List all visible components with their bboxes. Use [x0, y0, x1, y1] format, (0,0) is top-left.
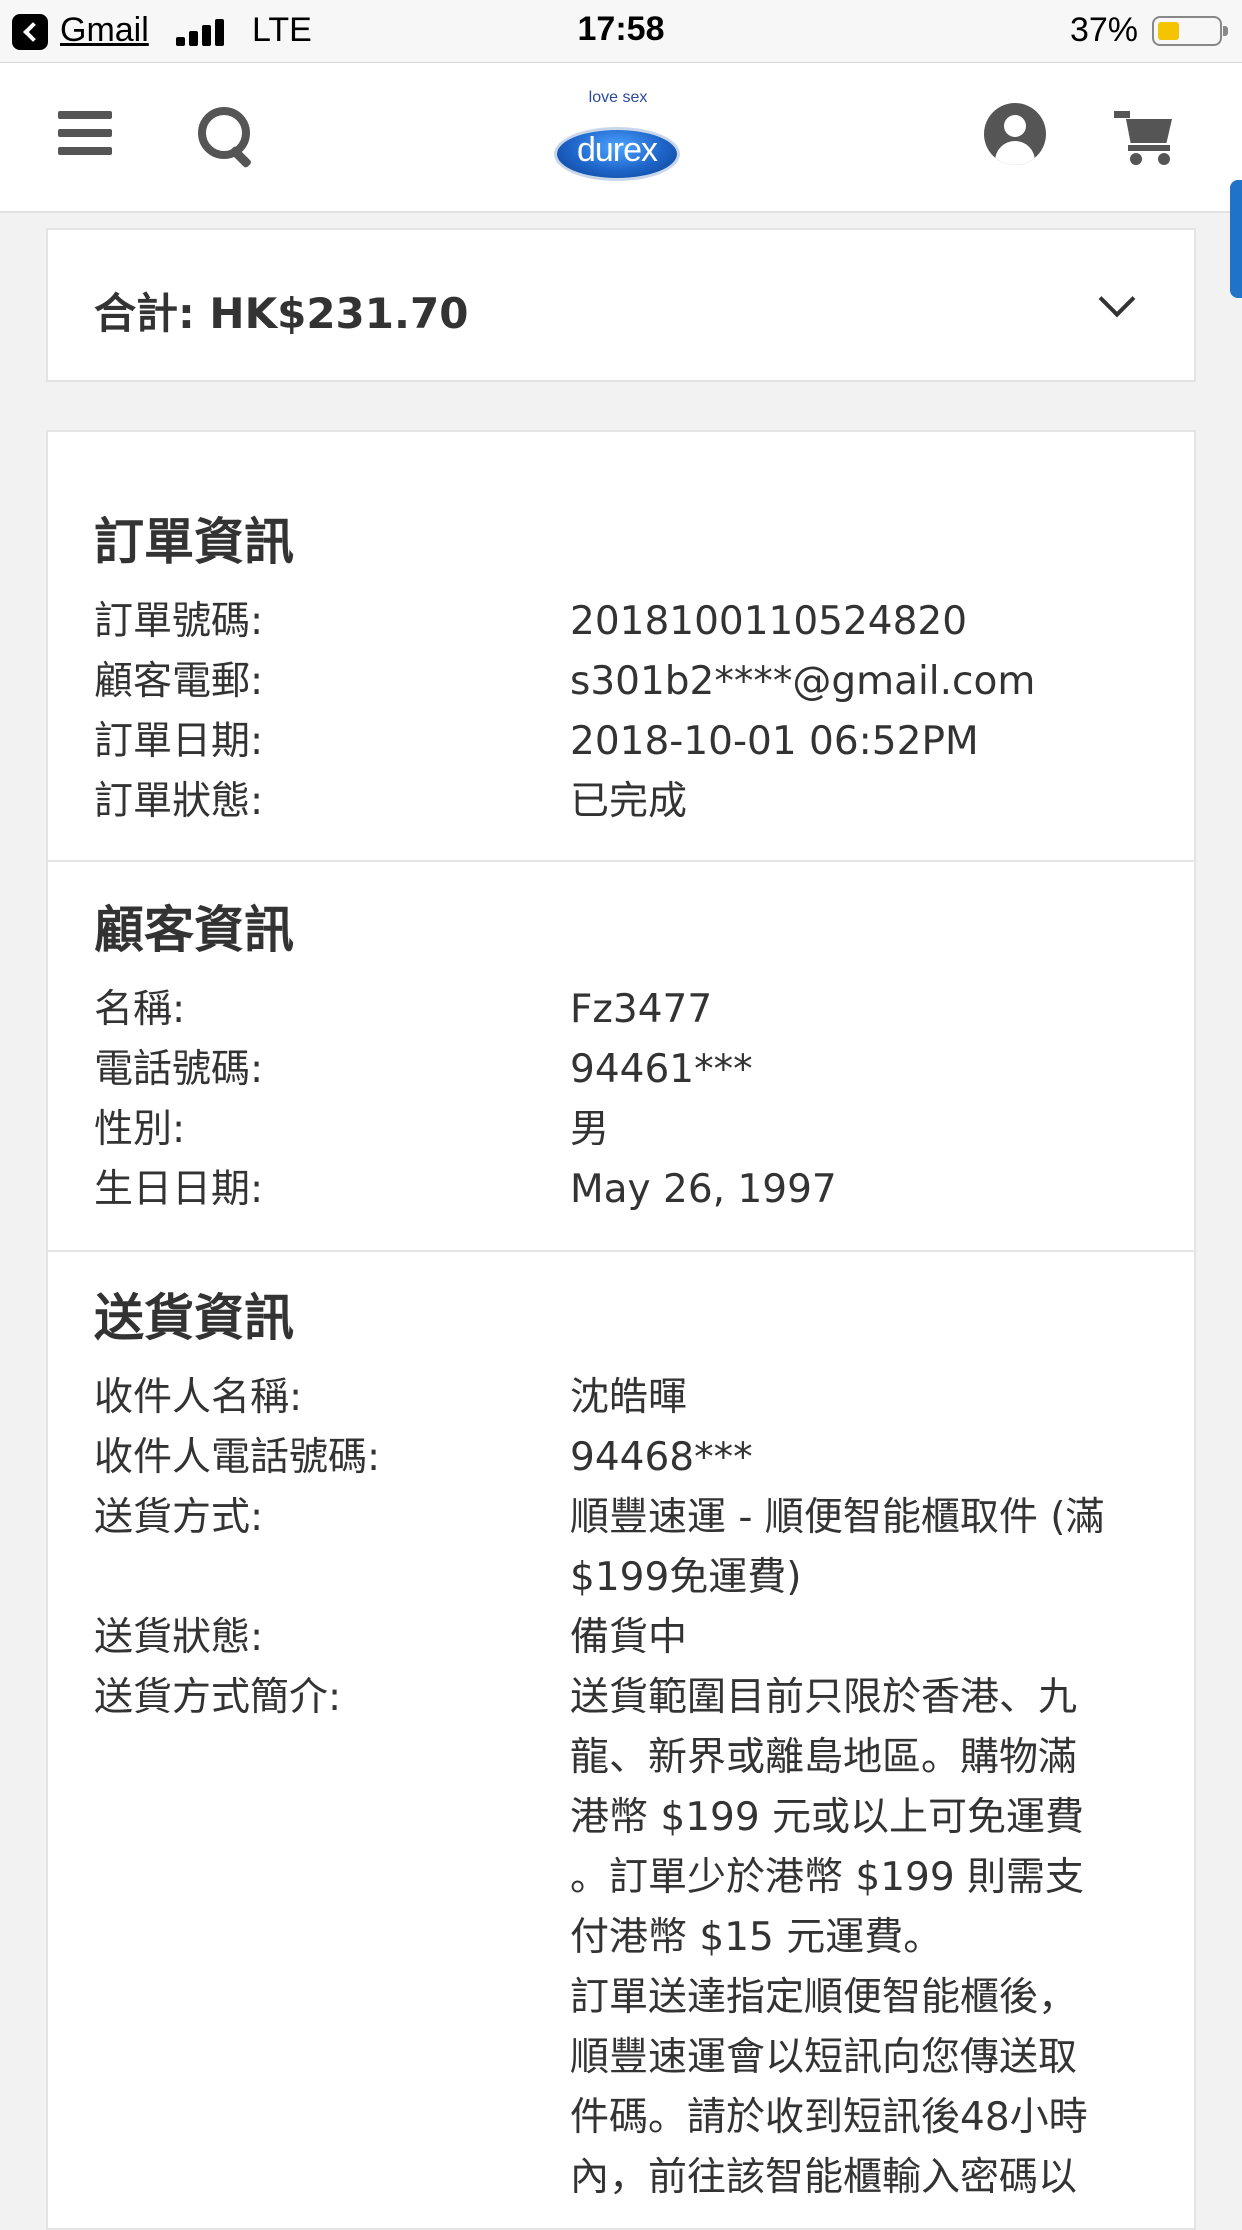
cart-icon[interactable] [1114, 107, 1178, 167]
logo-tagline: love sex [588, 89, 648, 106]
order-total-card[interactable]: 合計: HK$231.70 [46, 228, 1196, 382]
row-value: 已完成 [570, 779, 688, 824]
row-label: 送貨方式簡介: [94, 1675, 342, 1720]
row-label: 名稱: [94, 987, 186, 1032]
value-line: 件碼。請於收到短訊後48小時 [570, 2095, 1088, 2140]
search-icon[interactable] [196, 105, 256, 169]
section-divider [48, 860, 1194, 862]
row-value: Fz3477 [570, 987, 713, 1032]
status-bar: Gmail LTE 17:58 37% [0, 0, 1242, 63]
menu-icon[interactable] [58, 111, 112, 155]
row-value: 備貨中 [570, 1615, 688, 1660]
value-line: 付港幣 $15 元運費。 [570, 1915, 943, 1960]
value-line: 龍、新界或離島地區。購物滿 [570, 1735, 1078, 1780]
value-line: 訂單送達指定順便智能櫃後， [570, 1975, 1078, 2020]
row-value: 2018100110524820 [570, 599, 968, 644]
brand-logo[interactable]: love sex durex [548, 85, 688, 195]
row-value: 送貨範圍目前只限於香港、九 龍、新界或離島地區。購物滿 港幣 $199 元或以上… [570, 1668, 1130, 2208]
battery-icon [1152, 16, 1228, 46]
row-value: 順豐速運 - 順便智能櫃取件 (滿 $199免運費) [570, 1488, 1130, 1608]
row-value: 94468*** [570, 1435, 753, 1480]
row-label: 訂單日期: [94, 719, 264, 764]
customer-info-title: 顧客資訊 [94, 901, 294, 959]
row-label: 訂單狀態: [94, 779, 264, 824]
row-label: 收件人電話號碼: [94, 1435, 381, 1480]
row-label: 顧客電郵: [94, 659, 264, 704]
row-value: s301b2****@gmail.com [570, 659, 1036, 704]
logo-text: durex [576, 131, 658, 169]
value-line: 順豐速運 - 順便智能櫃取件 (滿 [570, 1495, 1105, 1540]
value-line: 。訂單少於港幣 $199 則需支 [570, 1855, 1085, 1900]
section-divider [48, 1250, 1194, 1252]
order-details-card: 訂單資訊 訂單號碼: 2018100110524820 顧客電郵: s301b2… [46, 430, 1196, 2230]
value-line: 送貨範圍目前只限於香港、九 [570, 1675, 1078, 1720]
value-line: $199免運費) [570, 1555, 802, 1600]
side-feedback-tab[interactable] [1230, 180, 1242, 298]
row-value: 2018-10-01 06:52PM [570, 719, 979, 764]
delivery-info-title: 送貨資訊 [94, 1289, 294, 1347]
order-info-title: 訂單資訊 [94, 513, 294, 571]
site-header: love sex durex [0, 63, 1242, 213]
chevron-down-icon[interactable] [1098, 280, 1136, 318]
row-label: 性別: [94, 1107, 186, 1152]
value-line: 港幣 $199 元或以上可免運費 [570, 1795, 1085, 1840]
row-label: 送貨狀態: [94, 1615, 264, 1660]
row-label: 生日日期: [94, 1167, 264, 1212]
row-value: 沈皓暉 [570, 1375, 688, 1420]
row-label: 收件人名稱: [94, 1375, 303, 1420]
row-value: 94461*** [570, 1047, 753, 1092]
row-label: 電話號碼: [94, 1047, 264, 1092]
row-value: May 26, 1997 [570, 1167, 837, 1212]
value-line: 內，前往該智能櫃輸入密碼以 [570, 2155, 1078, 2200]
row-label: 送貨方式: [94, 1495, 264, 1540]
battery-percent: 37% [1069, 11, 1138, 49]
value-line: 順豐速運會以短訊向您傳送取 [570, 2035, 1078, 2080]
row-value: 男 [570, 1107, 610, 1152]
delivery-info-row: 送貨方式: 順豐速運 - 順便智能櫃取件 (滿 $199免運費) [94, 1488, 1154, 1608]
row-label: 訂單號碼: [94, 599, 264, 644]
order-total: 合計: HK$231.70 [94, 289, 469, 338]
account-icon[interactable] [984, 103, 1046, 165]
clock: 17:58 [577, 10, 665, 48]
